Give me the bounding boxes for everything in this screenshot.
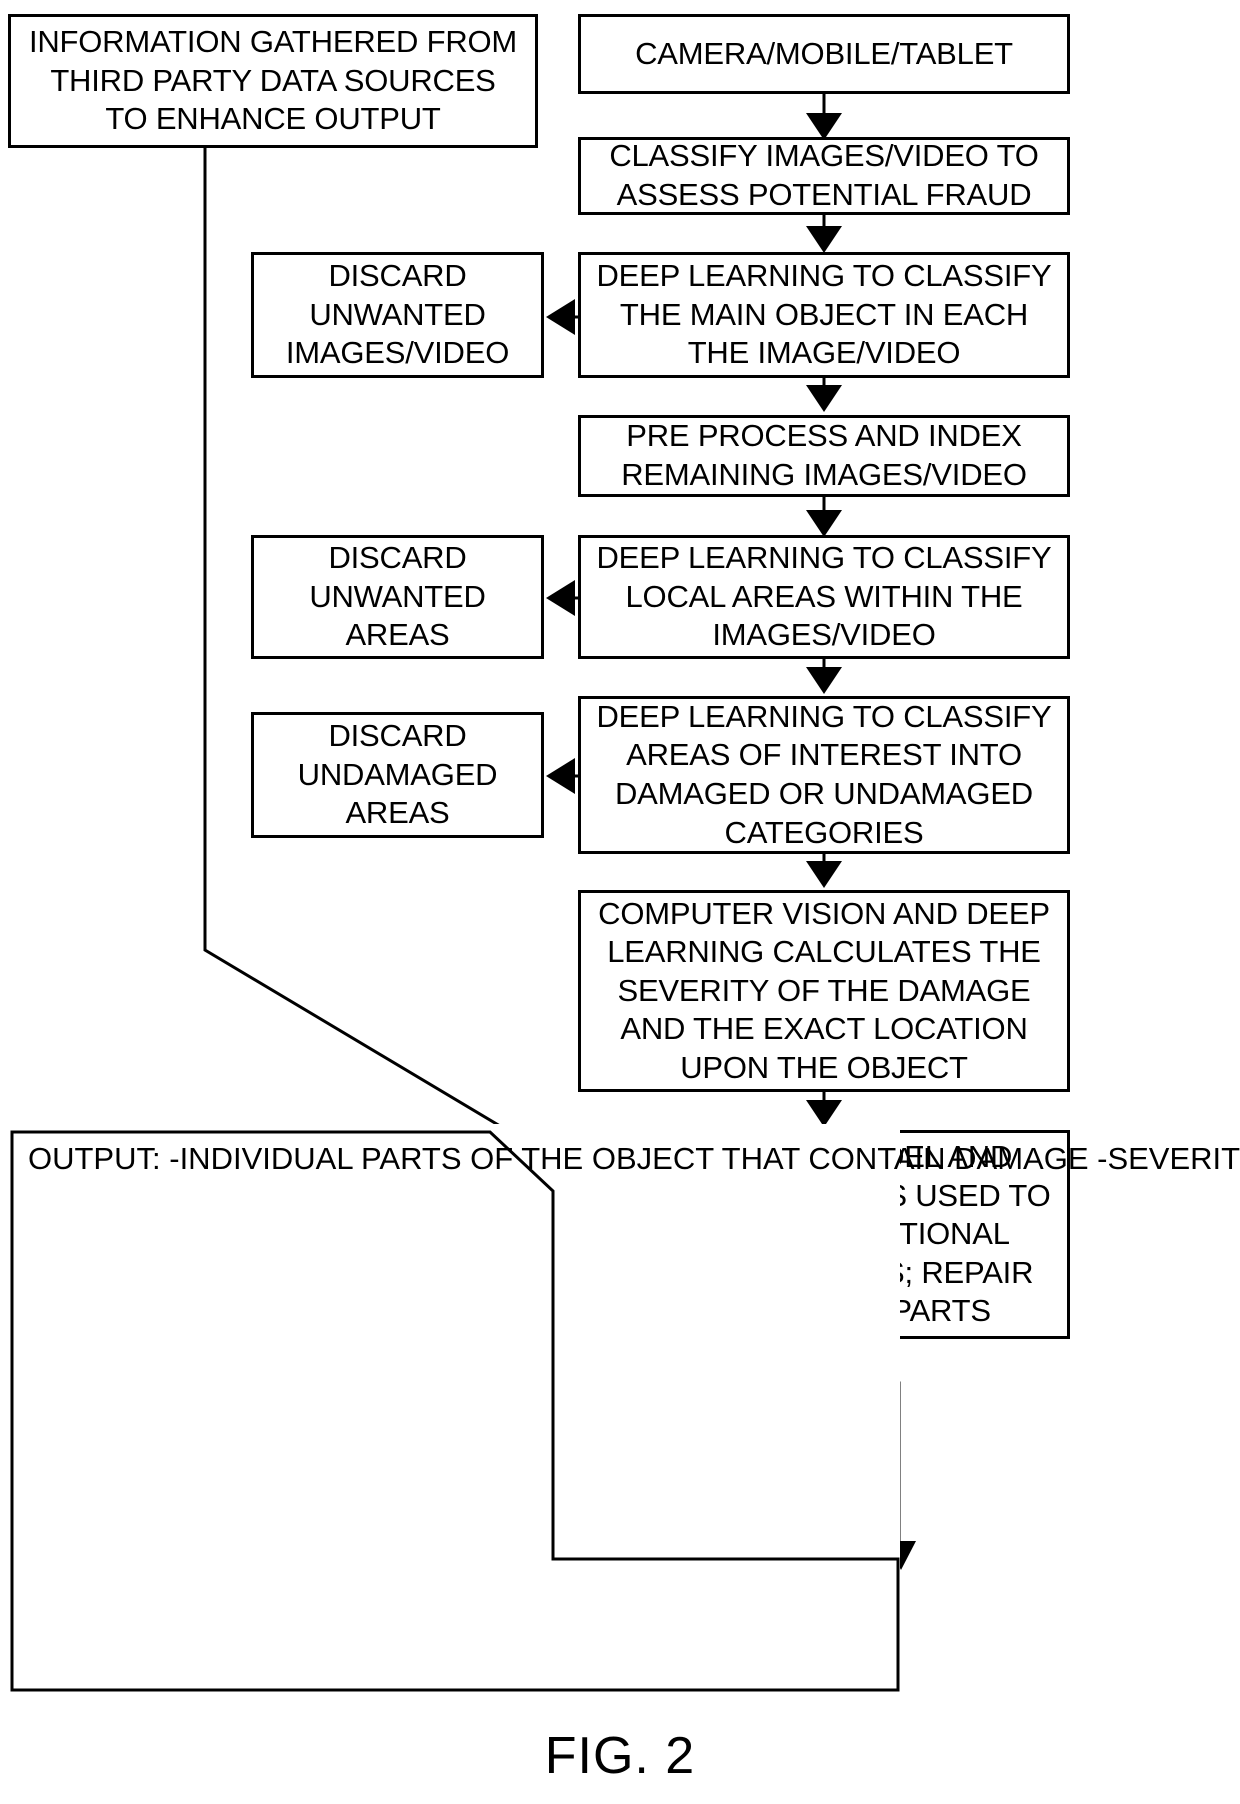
output-summary-box[interactable]: OUTPUT: -INDIVIDUAL PARTS OF THE OBJECT … [10, 1124, 1240, 1694]
deep-learning-main-object-line-3: THE IMAGE/VIDEO [687, 335, 961, 371]
discard-unwanted-areas-line-3: AREAS [345, 617, 450, 653]
deep-learning-main-object-line-2: THE MAIN OBJECT IN EACH [619, 296, 1029, 332]
discard-unwanted-areas-box[interactable]: DISCARD UNWANTED AREAS [251, 535, 544, 659]
computer-vision-severity-line-5: UPON THE OBJECT [680, 1049, 968, 1085]
information-gathered-box[interactable]: INFORMATION GATHERED FROM THIRD PARTY DA… [8, 14, 538, 148]
deep-learning-local-areas-line-1: DEEP LEARNING TO CLASSIFY [596, 540, 1052, 576]
computer-vision-severity-line-2: LEARNING CALCULATES THE [607, 934, 1041, 970]
figure-canvas: INFORMATION GATHERED FROM THIRD PARTY DA… [0, 0, 1240, 1804]
classify-images-video-line-1: CLASSIFY IMAGES/VIDEO TO [609, 138, 1039, 174]
pre-process-index-line-1: PRE PROCESS AND INDEX [626, 418, 1022, 454]
information-gathered-line-2: THIRD PARTY DATA SOURCES [50, 62, 496, 98]
edge-pre-process-to-deep-learning-local [806, 497, 842, 537]
discard-unwanted-images-video-box[interactable]: DISCARD UNWANTED IMAGES/VIDEO [251, 252, 544, 378]
computer-vision-severity-line-3: SEVERITY OF THE DAMAGE [617, 972, 1031, 1008]
output-line-4: -SEVERITY OF DAMAGE FOR [1097, 1141, 1240, 1176]
deep-learning-main-object-line-1: DEEP LEARNING TO CLASSIFY [596, 258, 1052, 294]
deep-learning-damaged-line-2: AREAS OF INTEREST INTO [626, 737, 1022, 773]
discard-unwanted-images-line-1: DISCARD [328, 258, 467, 294]
deep-learning-damaged-line-3: DAMAGED OR UNDAMAGED [615, 776, 1033, 811]
deep-learning-local-areas-line-2: LOCAL AREAS WITHIN THE [625, 578, 1023, 614]
output-line-1: OUTPUT: [28, 1141, 161, 1176]
pre-process-index-box[interactable]: PRE PROCESS AND INDEX REMAINING IMAGES/V… [578, 415, 1070, 497]
edge-deep-learning-main-to-discard-images [546, 299, 578, 335]
edge-deep-learning-damaged-to-computer-vision [806, 854, 842, 888]
output-summary-outline [10, 1130, 900, 1692]
discard-unwanted-images-line-3: IMAGES/VIDEO [285, 335, 510, 371]
discard-undamaged-areas-line-1: DISCARD [328, 718, 467, 754]
pre-process-index-line-2: REMAINING IMAGES/VIDEO [621, 457, 1027, 492]
deep-learning-damaged-line-1: DEEP LEARNING TO CLASSIFY [596, 698, 1052, 734]
deep-learning-main-object-box[interactable]: DEEP LEARNING TO CLASSIFY THE MAIN OBJEC… [578, 252, 1070, 378]
output-summary-text: OUTPUT: -INDIVIDUAL PARTS OF THE OBJECT … [28, 1140, 1240, 1179]
computer-vision-severity-line-4: AND THE EXACT LOCATION [620, 1011, 1028, 1047]
deep-learning-local-areas-box[interactable]: DEEP LEARNING TO CLASSIFY LOCAL AREAS WI… [578, 535, 1070, 659]
discard-undamaged-areas-line-3: AREAS [345, 795, 450, 831]
edge-deep-learning-main-to-pre-process [806, 378, 842, 412]
camera-mobile-tablet-box[interactable]: CAMERA/MOBILE/TABLET [578, 14, 1070, 94]
computer-vision-severity-line-1: COMPUTER VISION AND DEEP [598, 895, 1050, 931]
edge-classify-to-deep-learning-main [806, 215, 842, 253]
figure-caption: FIG. 2 [544, 1727, 696, 1785]
information-gathered-line-1: INFORMATION GATHERED FROM [28, 24, 518, 60]
edge-camera-to-classify [806, 94, 842, 140]
deep-learning-damaged-categories-box[interactable]: DEEP LEARNING TO CLASSIFY AREAS OF INTER… [578, 696, 1070, 854]
edge-deep-learning-damaged-to-discard-undamaged [546, 758, 578, 794]
edge-deep-learning-local-to-discard-areas [546, 580, 578, 616]
edge-computer-vision-to-statistical-model [806, 1092, 842, 1127]
discard-unwanted-images-line-2: UNWANTED [309, 296, 486, 332]
output-line-3: OBJECT THAT CONTAIN DAMAGE [591, 1141, 1089, 1176]
edge-deep-learning-local-to-deep-learning-damaged [806, 659, 842, 694]
output-line-2: -INDIVIDUAL PARTS OF THE [169, 1141, 584, 1176]
classify-images-video-line-2: ASSESS POTENTIAL FRAUD [616, 177, 1032, 212]
camera-mobile-tablet-line-1: CAMERA/MOBILE/TABLET [635, 35, 1013, 71]
discard-unwanted-areas-line-2: UNWANTED [309, 578, 486, 614]
computer-vision-severity-box[interactable]: COMPUTER VISION AND DEEP LEARNING CALCUL… [578, 890, 1070, 1092]
discard-undamaged-areas-line-2: UNDAMAGED [297, 756, 498, 792]
classify-images-video-box[interactable]: CLASSIFY IMAGES/VIDEO TO ASSESS POTENTIA… [578, 137, 1070, 215]
deep-learning-local-areas-line-3: IMAGES/VIDEO [712, 617, 936, 653]
deep-learning-damaged-line-4: CATEGORIES [724, 814, 924, 850]
information-gathered-line-3: TO ENHANCE OUTPUT [105, 101, 441, 137]
discard-unwanted-areas-line-1: DISCARD [328, 540, 467, 576]
discard-undamaged-areas-box[interactable]: DISCARD UNDAMAGED AREAS [251, 712, 544, 838]
